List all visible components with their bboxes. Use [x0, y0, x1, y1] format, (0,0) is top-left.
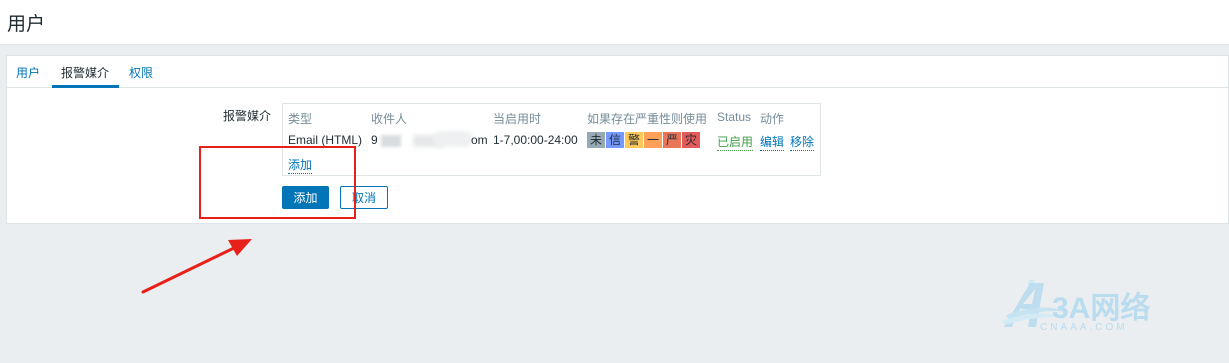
tab-permissions[interactable]: 权限 — [129, 64, 153, 81]
add-button[interactable]: 添加 — [282, 186, 329, 209]
col-header-severity: 如果存在严重性则使用 — [587, 112, 708, 126]
severity-badge: 未 — [587, 132, 606, 148]
page-title: 用户 — [7, 14, 46, 35]
severity-badge: 警 — [625, 132, 644, 148]
severity-badge: 信 — [606, 132, 625, 148]
user-form-panel: 用户 报警媒介 权限 报警媒介 类型 收件人 当启用时 如果存在严重性则使用 S… — [6, 55, 1229, 224]
logo-domain-text: CNAAA.COM — [1040, 322, 1128, 332]
severity-badge: 一 — [644, 132, 663, 148]
add-media-link[interactable]: 添加 — [288, 156, 313, 174]
status-enabled-link[interactable]: 已启用 — [717, 133, 754, 151]
logo-graphic-icon: 3A网络 CNAAA.COM ® — [1002, 279, 1150, 333]
col-header-status: Status — [717, 110, 752, 124]
cancel-button[interactable]: 取消 — [340, 186, 388, 209]
col-header-type: 类型 — [288, 112, 313, 126]
media-type: Email (HTML) — [288, 133, 362, 147]
redacted-recipient — [381, 135, 401, 147]
col-header-when-active: 当启用时 — [493, 112, 542, 126]
col-header-action: 动作 — [760, 112, 785, 126]
redacted-recipient — [433, 131, 473, 147]
severity-badge: 严 — [663, 132, 682, 148]
col-header-recipient: 收件人 — [371, 112, 408, 126]
remove-link[interactable]: 移除 — [790, 133, 815, 151]
media-table: 类型 收件人 当启用时 如果存在严重性则使用 Status 动作 Email (… — [282, 103, 821, 176]
tab-bar: 用户 报警媒介 权限 — [7, 56, 1228, 88]
page-header: 用户 — [0, 0, 1229, 45]
active-tab-indicator — [52, 85, 119, 88]
severity-badges: 未信警一严灾 — [587, 132, 701, 148]
edit-link[interactable]: 编辑 — [760, 133, 785, 151]
tab-user[interactable]: 用户 — [16, 64, 40, 81]
watermark-logo: 3A网络 CNAAA.COM ® — [1000, 277, 1225, 337]
severity-badge: 灾 — [682, 132, 701, 148]
logo-registered-mark: ® — [1028, 279, 1036, 290]
tab-media[interactable]: 报警媒介 — [61, 64, 109, 81]
recipient-end: om — [471, 133, 488, 147]
when-active-value: 1-7,00:00-24:00 — [493, 133, 578, 147]
media-field-label: 报警媒介 — [223, 109, 272, 123]
logo-brand-text: 3A网络 — [1052, 291, 1150, 325]
recipient-start: 9 — [371, 133, 378, 147]
